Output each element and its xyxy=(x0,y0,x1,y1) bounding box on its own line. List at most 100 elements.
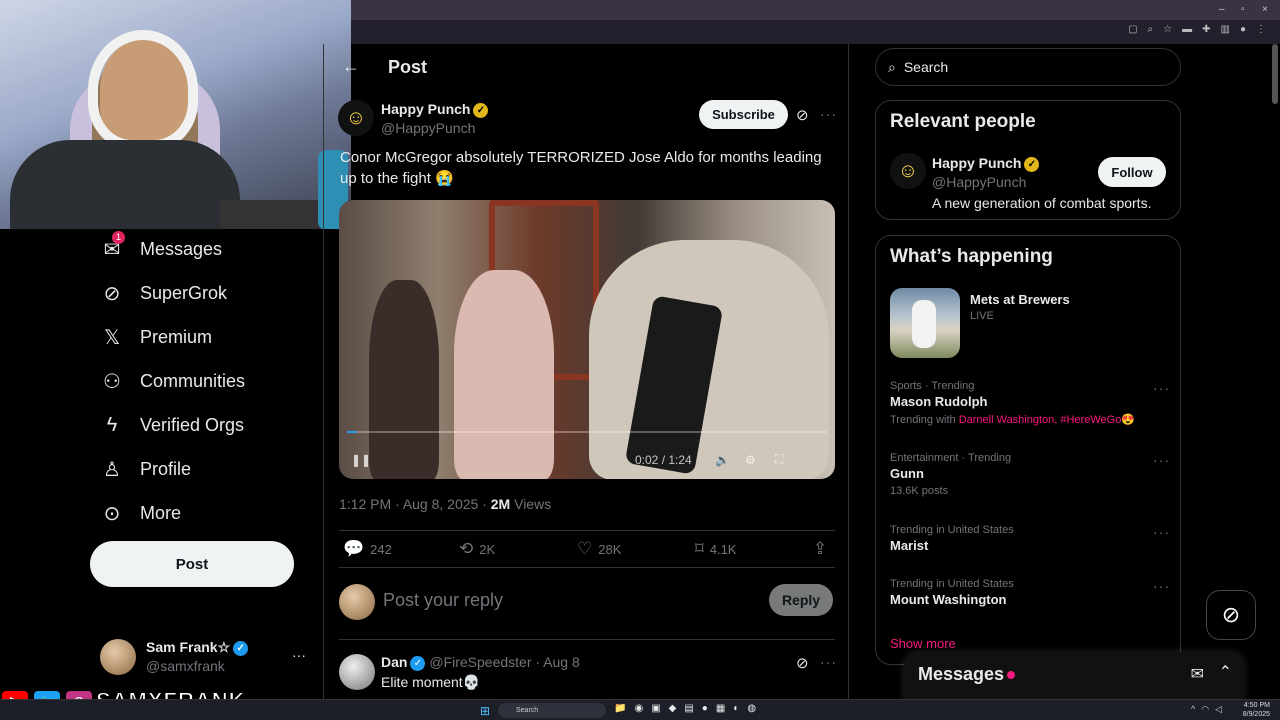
sidebar-item-profile[interactable]: ♙ Profile xyxy=(100,457,191,481)
account-switcher[interactable]: Sam Frank☆ ✓ @samxfrank ··· xyxy=(100,639,310,679)
unread-dot xyxy=(1007,671,1015,679)
grok-icon[interactable]: ⊘ xyxy=(796,106,809,124)
grok-icon[interactable]: ⊘ xyxy=(796,654,809,672)
chevron-up-icon[interactable]: ^ xyxy=(1191,704,1195,715)
steam-icon[interactable]: ◍ xyxy=(747,703,756,714)
profile-icon[interactable]: ● xyxy=(1240,24,1246,35)
volume-icon[interactable]: ◁ xyxy=(1215,704,1222,715)
smiley-avatar-icon[interactable]: ☺ xyxy=(890,153,926,189)
like-action[interactable]: ♡ 28K xyxy=(577,539,621,559)
trend-more-icon[interactable]: ··· xyxy=(1153,380,1170,396)
avatar[interactable] xyxy=(339,654,375,690)
explorer-icon[interactable]: 📁 xyxy=(614,703,626,714)
relevant-person-name[interactable]: Happy Punch ✓ xyxy=(932,155,1040,172)
wifi-icon[interactable]: ◠ xyxy=(1201,704,1209,715)
taskbar-search[interactable]: Search xyxy=(498,703,606,718)
close-button[interactable]: × xyxy=(1262,4,1268,15)
sidebar-item-premium[interactable]: 𝕏 Premium xyxy=(100,325,212,349)
account-name: Sam Frank☆ ✓ xyxy=(146,639,249,656)
sidebar-item-messages[interactable]: ✉ 1 Messages xyxy=(100,231,222,261)
taskbar-clock[interactable]: 4:50 PM 8/9/2025 xyxy=(1243,701,1270,719)
relevant-person-handle[interactable]: @HappyPunch xyxy=(932,174,1026,190)
spotify-icon[interactable]: ● xyxy=(702,703,708,714)
trend-more-icon[interactable]: ··· xyxy=(1153,578,1170,594)
follow-button[interactable]: Follow xyxy=(1098,157,1166,187)
sidebar-item-label: Communities xyxy=(140,370,246,391)
trend-name: Mount Washington xyxy=(890,592,1007,607)
comment-handle[interactable]: @FireSpeedster · Aug 8 xyxy=(429,654,579,670)
trend-category: Trending in United States xyxy=(890,524,1014,536)
subscribe-button[interactable]: Subscribe xyxy=(699,100,788,129)
sidebar-item-label: More xyxy=(140,502,182,523)
pause-icon[interactable]: ❚❚ xyxy=(351,453,371,467)
page-scrollbar[interactable] xyxy=(1272,44,1278,104)
sidebar-icon[interactable]: ▥ xyxy=(1221,24,1230,35)
author-name[interactable]: Happy Punch ✓ xyxy=(381,101,489,118)
post-more-icon[interactable]: ··· xyxy=(820,106,837,122)
featured-trend-title[interactable]: Mets at Brewers xyxy=(970,292,1070,307)
sidebar-item-label: Verified Orgs xyxy=(140,414,245,435)
trend-item[interactable]: Trending in United States Marist ··· xyxy=(890,524,1170,553)
windows-start-icon[interactable]: ⊞ xyxy=(480,704,490,718)
relevant-person-bio: A new generation of combat sports. xyxy=(932,195,1152,211)
search-placeholder: Search xyxy=(903,59,949,75)
share-action[interactable]: ⇪ xyxy=(813,539,827,559)
search-input[interactable]: ⌕ Search xyxy=(875,48,1181,86)
minimize-button[interactable]: – xyxy=(1219,4,1225,15)
trend-category: Sports · Trending xyxy=(890,380,975,392)
maximize-button[interactable]: ▫ xyxy=(1241,4,1245,15)
reply-action[interactable]: 💬 242 xyxy=(343,539,392,559)
notification-badge: 1 xyxy=(112,231,126,244)
settings-icon[interactable]: ⚙ xyxy=(745,453,756,467)
volume-icon[interactable]: 🔈 xyxy=(715,453,730,467)
post-timestamp[interactable]: 1:12 PM · Aug 8, 2025 · xyxy=(339,496,491,512)
sidebar-item-communities[interactable]: ⚇ Communities xyxy=(100,369,245,393)
trend-more-icon[interactable]: ··· xyxy=(1153,524,1170,540)
puzzle-icon[interactable]: ✚ xyxy=(1202,24,1210,35)
author-handle[interactable]: @HappyPunch xyxy=(381,120,475,136)
streamer-shirt xyxy=(10,140,240,229)
back-arrow-icon[interactable]: ← xyxy=(342,56,360,77)
sidebar-item-more[interactable]: ⊙ More xyxy=(100,501,181,525)
views-label: Views xyxy=(510,496,552,512)
show-more-link[interactable]: Show more xyxy=(890,636,956,651)
discord-icon[interactable]: ◐ xyxy=(733,703,739,714)
clock-time: 4:50 PM xyxy=(1243,702,1270,709)
fullscreen-icon[interactable]: ⛶ xyxy=(775,452,783,467)
expand-up-icon[interactable]: ⌃ xyxy=(1219,662,1232,682)
sidebar-item-verified-orgs[interactable]: ϟ Verified Orgs xyxy=(100,413,244,437)
reply-button[interactable]: Reply xyxy=(769,584,833,616)
baseball-thumbnail[interactable] xyxy=(890,288,960,358)
screenshot-icon[interactable]: ▢ xyxy=(1128,24,1137,35)
app-icon[interactable]: ▤ xyxy=(684,703,693,714)
account-handle: @samxfrank xyxy=(146,658,225,674)
trend-more-icon[interactable]: ··· xyxy=(1153,452,1170,468)
trend-item[interactable]: Entertainment · Trending Gunn 13.6K post… xyxy=(890,452,1170,497)
menu-icon[interactable]: ⋮ xyxy=(1256,24,1266,35)
comment-author[interactable]: Dan xyxy=(381,654,407,670)
right-sidebar: ⌕ Search Relevant people ☺ Happy Punch ✓ @… xyxy=(874,44,1184,700)
extension-icon[interactable]: ▬ xyxy=(1182,24,1192,35)
app-icon[interactable]: ▦ xyxy=(716,703,725,714)
sidebar-item-supergrok[interactable]: ⊘ SuperGrok xyxy=(100,281,227,305)
messages-drawer[interactable]: Messages ✉ ⌃ xyxy=(904,652,1244,700)
video-player[interactable]: ❚❚ 0:02 / 1:24 🔈 ⚙ ⛶ xyxy=(339,200,835,479)
app-icon[interactable]: ▣ xyxy=(651,703,660,714)
star-icon[interactable]: ☆ xyxy=(1163,24,1172,35)
zoom-icon[interactable]: ⌕ xyxy=(1148,24,1154,35)
bookmark-action[interactable]: ⌑ 4.1K xyxy=(695,539,736,559)
chrome-icon[interactable]: ◉ xyxy=(634,703,643,714)
smiley-avatar-icon[interactable]: ☺ xyxy=(338,100,374,136)
app-icon[interactable]: ◆ xyxy=(669,703,677,714)
new-message-icon[interactable]: ✉ xyxy=(1191,664,1204,684)
trend-item[interactable]: Sports · Trending Mason Rudolph Trending… xyxy=(890,380,1170,426)
account-more-icon[interactable]: ··· xyxy=(292,647,306,663)
trend-item[interactable]: Trending in United States Mount Washingt… xyxy=(890,578,1170,607)
reply-input[interactable]: Post your reply xyxy=(383,590,503,611)
trend-links[interactable]: Darnell Washington, #HereWeGo😍 xyxy=(959,414,1135,426)
video-progress-bar[interactable] xyxy=(347,431,827,433)
grok-float-button[interactable]: ⊘ xyxy=(1206,590,1256,640)
post-button[interactable]: Post xyxy=(90,541,294,587)
repost-action[interactable]: ⟲ 2K xyxy=(459,539,495,559)
comment-more-icon[interactable]: ··· xyxy=(820,654,837,670)
